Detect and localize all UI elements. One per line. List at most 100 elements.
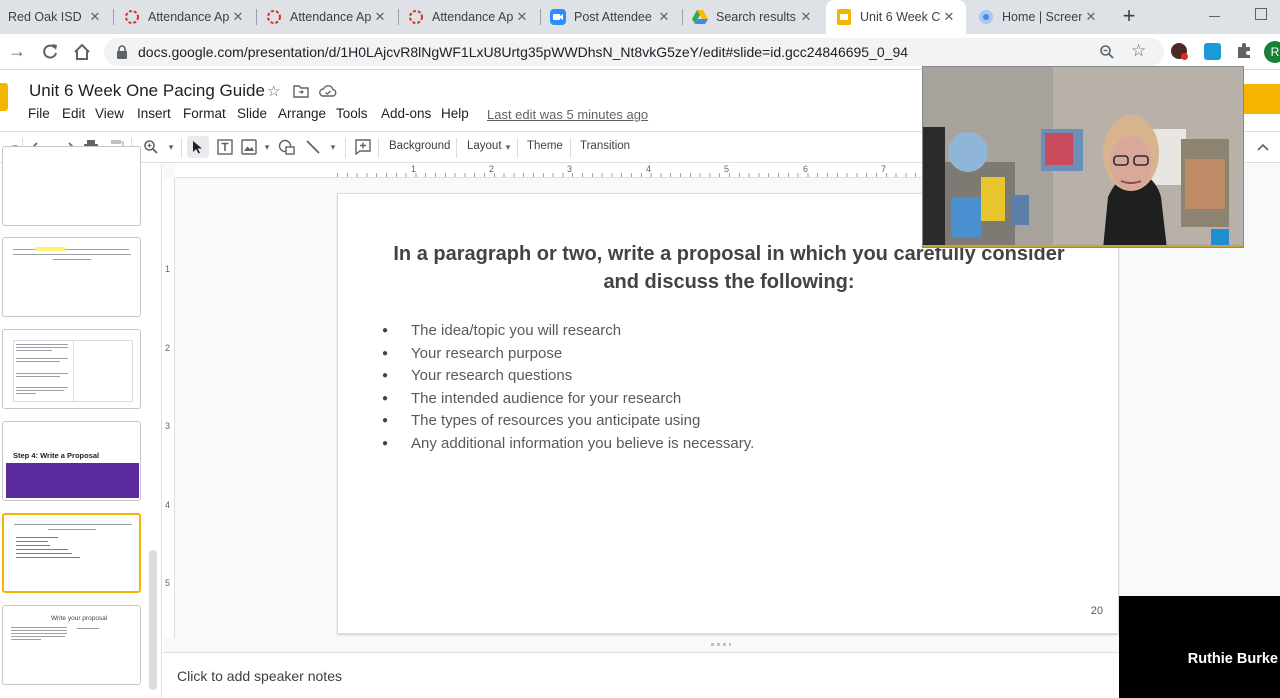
tab-title: Search results bbox=[716, 10, 796, 24]
speaker-notes-placeholder[interactable]: Click to add speaker notes bbox=[177, 668, 342, 684]
cloud-saved-icon[interactable] bbox=[319, 84, 337, 103]
slide-thumbnail[interactable]: Write your proposal bbox=[2, 605, 141, 685]
slide-filmstrip[interactable]: Step 4: Write a Proposal Write your prop… bbox=[0, 146, 162, 698]
image-dropdown-icon[interactable]: ▾ bbox=[256, 136, 278, 158]
menu-edit[interactable]: Edit bbox=[62, 106, 85, 121]
close-tab-icon[interactable]: ✕ bbox=[655, 9, 673, 25]
close-tab-icon[interactable]: ✕ bbox=[86, 9, 104, 25]
new-tab-button[interactable]: + bbox=[1117, 5, 1141, 29]
menu-insert[interactable]: Insert bbox=[137, 106, 171, 121]
attendance-app-favicon bbox=[266, 9, 282, 25]
add-comment-icon[interactable] bbox=[352, 136, 374, 158]
reload-icon[interactable] bbox=[40, 42, 60, 67]
filmstrip-scrollbar[interactable] bbox=[149, 550, 157, 690]
close-tab-icon[interactable]: ✕ bbox=[513, 9, 531, 25]
slide-thumbnail[interactable] bbox=[2, 329, 141, 409]
layout-dropdown-icon[interactable]: ▾ bbox=[497, 136, 519, 158]
google-slides-favicon bbox=[836, 9, 852, 25]
menu-add-ons[interactable]: Add-ons bbox=[381, 106, 431, 121]
ruler-number: 5 bbox=[165, 578, 171, 588]
menu-slide[interactable]: Slide bbox=[237, 106, 267, 121]
slide-bullet-list[interactable]: The idea/topic you will research Your re… bbox=[382, 320, 754, 455]
slide-title[interactable]: In a paragraph or two, write a proposal … bbox=[378, 240, 1080, 296]
tab-title: Home | Screen bbox=[1002, 10, 1082, 24]
document-title[interactable]: Unit 6 Week One Pacing Guide bbox=[29, 81, 265, 101]
browser-tab[interactable]: Attendance Ap ✕ bbox=[398, 0, 539, 34]
webcam-video-feed bbox=[922, 66, 1244, 248]
menu-file[interactable]: File bbox=[28, 106, 50, 121]
home-icon[interactable] bbox=[72, 42, 92, 67]
line-dropdown-icon[interactable]: ▾ bbox=[322, 136, 344, 158]
menu-format[interactable]: Format bbox=[183, 106, 226, 121]
lock-icon[interactable] bbox=[116, 45, 128, 64]
browser-tab[interactable]: Attendance Ap ✕ bbox=[256, 0, 397, 34]
screencastify-extension-icon[interactable] bbox=[1204, 43, 1221, 60]
browser-tab-active[interactable]: Unit 6 Week C ✕ bbox=[826, 0, 966, 34]
bullet-item[interactable]: The intended audience for your research bbox=[382, 388, 754, 411]
line-icon[interactable] bbox=[302, 136, 324, 158]
ruler-number: 3 bbox=[165, 421, 171, 431]
notes-resize-handle[interactable] bbox=[163, 638, 1120, 652]
tab-title: Attendance Ap bbox=[432, 10, 513, 24]
move-to-folder-icon[interactable] bbox=[293, 84, 309, 103]
slides-logo-icon[interactable] bbox=[0, 83, 8, 111]
extensions-puzzle-icon[interactable] bbox=[1236, 42, 1253, 64]
close-tab-icon[interactable]: ✕ bbox=[371, 9, 389, 25]
bullet-item[interactable]: Your research purpose bbox=[382, 343, 754, 366]
google-drive-favicon bbox=[692, 9, 708, 25]
vertical-ruler[interactable]: 1 2 3 4 5 bbox=[163, 178, 175, 638]
zoom-favicon bbox=[550, 9, 566, 25]
bullet-item[interactable]: The types of resources you anticipate us… bbox=[382, 410, 754, 433]
bullet-item[interactable]: The idea/topic you will research bbox=[382, 320, 754, 343]
tab-title: Post Attendee bbox=[574, 10, 652, 24]
tab-title: Attendance Ap bbox=[148, 10, 229, 24]
last-edit-link[interactable]: Last edit was 5 minutes ago bbox=[487, 107, 648, 122]
close-tab-icon[interactable]: ✕ bbox=[229, 9, 247, 25]
browser-tab[interactable]: Post Attendee ✕ bbox=[540, 0, 681, 34]
select-cursor-icon[interactable] bbox=[187, 136, 209, 158]
menu-view[interactable]: View bbox=[95, 106, 124, 121]
slide-thumbnail-selected[interactable] bbox=[2, 513, 141, 593]
menu-help[interactable]: Help bbox=[441, 106, 469, 121]
close-tab-icon[interactable]: ✕ bbox=[940, 9, 958, 25]
menu-arrange[interactable]: Arrange bbox=[278, 106, 326, 121]
bookmark-star-icon[interactable]: ☆ bbox=[1131, 41, 1146, 61]
omnibox[interactable]: docs.google.com/presentation/d/1H0LAjcvR… bbox=[104, 38, 1164, 66]
ruler-number: 4 bbox=[165, 500, 171, 510]
thumbnail-color-band bbox=[6, 463, 139, 498]
zoom-magnifier-icon[interactable] bbox=[1099, 44, 1115, 65]
participant-video-tile[interactable]: Ruthie Burke bbox=[1119, 596, 1280, 698]
tab-title: Unit 6 Week C bbox=[860, 10, 940, 24]
extension-icon[interactable] bbox=[1171, 43, 1188, 60]
screencastify-favicon bbox=[978, 9, 994, 25]
restore-window-icon[interactable] bbox=[1255, 8, 1267, 20]
close-tab-icon[interactable]: ✕ bbox=[797, 9, 815, 25]
browser-tab[interactable]: Red Oak ISD ✕ bbox=[0, 0, 112, 34]
speaker-notes-panel[interactable]: Click to add speaker notes bbox=[163, 652, 1120, 698]
slide-canvas[interactable]: In a paragraph or two, write a proposal … bbox=[337, 193, 1119, 634]
profile-avatar[interactable]: R bbox=[1264, 41, 1280, 63]
slide-thumbnail[interactable] bbox=[2, 146, 141, 226]
minimize-icon[interactable] bbox=[1208, 8, 1222, 22]
shape-icon[interactable] bbox=[276, 136, 298, 158]
bullet-item[interactable]: Any additional information you believe i… bbox=[382, 433, 754, 456]
transition-button[interactable]: Transition bbox=[580, 140, 630, 152]
star-icon[interactable]: ☆ bbox=[267, 82, 280, 100]
zoom-icon[interactable] bbox=[140, 136, 162, 158]
browser-tab[interactable]: Home | Screen ✕ bbox=[968, 0, 1108, 34]
browser-navigation-bar: → docs.google.com/presentation/d/1H0LAjc… bbox=[0, 34, 1280, 70]
browser-tab[interactable]: Search results ✕ bbox=[682, 0, 823, 34]
zoom-dropdown-icon[interactable]: ▾ bbox=[160, 136, 182, 158]
menu-tools[interactable]: Tools bbox=[336, 106, 368, 121]
slide-thumbnail[interactable]: Step 4: Write a Proposal bbox=[2, 421, 141, 501]
close-tab-icon[interactable]: ✕ bbox=[1082, 9, 1100, 25]
theme-button[interactable]: Theme bbox=[527, 140, 563, 152]
background-button[interactable]: Background bbox=[389, 140, 450, 152]
collapse-toolbar-icon[interactable] bbox=[1252, 136, 1274, 158]
forward-icon[interactable]: → bbox=[8, 41, 26, 61]
tab-title: Attendance Ap bbox=[290, 10, 371, 24]
slide-thumbnail[interactable] bbox=[2, 237, 141, 317]
text-box-icon[interactable] bbox=[214, 136, 236, 158]
bullet-item[interactable]: Your research questions bbox=[382, 365, 754, 388]
browser-tab[interactable]: Attendance Ap ✕ bbox=[114, 0, 255, 34]
